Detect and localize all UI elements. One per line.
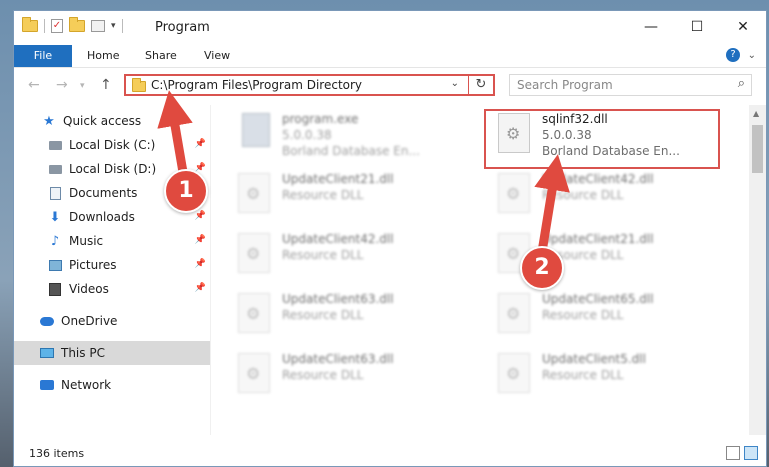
step-badge-1: 1 bbox=[164, 169, 208, 213]
step-badge-2: 2 bbox=[520, 246, 564, 290]
annotation-arrows bbox=[157, 90, 570, 259]
annotation-arrow-1 bbox=[157, 90, 193, 179]
